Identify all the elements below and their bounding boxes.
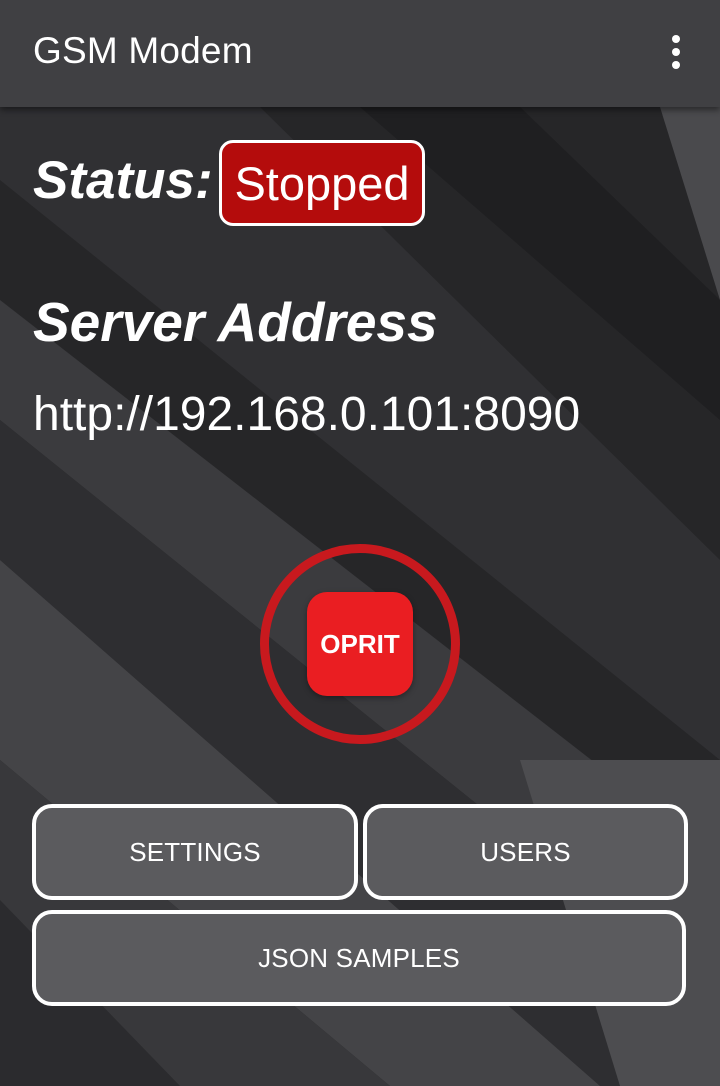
status-label: Status:	[33, 151, 213, 210]
status-badge: Stopped	[219, 140, 425, 226]
menu-dot	[672, 35, 680, 43]
json-samples-button[interactable]: JSON SAMPLES	[32, 910, 686, 1006]
more-vert-icon[interactable]	[656, 28, 696, 76]
server-address-url: http://192.168.0.101:8090	[33, 388, 581, 441]
stop-button[interactable]: OPRIT	[307, 592, 413, 696]
app-toolbar: GSM Modem	[0, 0, 720, 107]
app-title: GSM Modem	[33, 30, 253, 71]
server-address-title: Server Address	[33, 291, 438, 353]
menu-dot	[672, 48, 680, 56]
users-button[interactable]: USERS	[363, 804, 688, 900]
main-content: Status: Stopped Server Address http://19…	[0, 0, 720, 1086]
settings-button[interactable]: SETTINGS	[32, 804, 358, 900]
menu-dot	[672, 61, 680, 69]
